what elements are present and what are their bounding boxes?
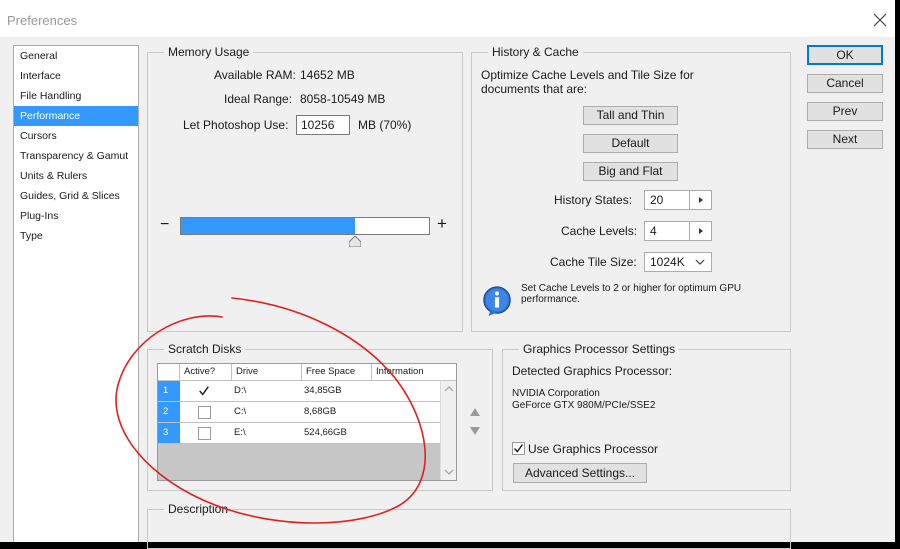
use-gpu-checkbox[interactable] — [512, 442, 525, 455]
scratch-disks-title: Scratch Disks — [164, 342, 246, 356]
slider-minus-icon[interactable]: − — [160, 217, 169, 233]
gpu-cache-hint: Set Cache Levels to 2 or higher for opti… — [521, 283, 742, 305]
col-header-information[interactable]: Information — [372, 364, 456, 381]
cache-tile-size-value: 1024K — [650, 255, 685, 269]
nav-item-cursors[interactable]: Cursors — [14, 126, 138, 146]
checkmark-icon — [199, 386, 209, 396]
row-number: 1 — [158, 381, 180, 401]
row-number: 3 — [158, 423, 180, 443]
cache-levels-label: Cache Levels: — [561, 224, 638, 238]
info-icon — [483, 286, 511, 317]
ok-button[interactable]: OK — [807, 45, 883, 65]
available-ram-label: Available RAM: — [214, 68, 296, 82]
tall-and-thin-button[interactable]: Tall and Thin — [583, 106, 678, 125]
nav-item-type[interactable]: Type — [14, 226, 138, 246]
let-photoshop-use-label: Let Photoshop Use: — [183, 118, 289, 132]
cache-tile-size-select[interactable]: 1024K — [644, 252, 712, 272]
drive-cell: C:\ — [234, 406, 247, 417]
big-and-flat-button[interactable]: Big and Flat — [583, 162, 678, 181]
available-ram-value: 14652 MB — [300, 68, 355, 82]
close-icon[interactable] — [871, 11, 889, 29]
table-scrollbar[interactable] — [440, 381, 456, 480]
nav-item-guides-grid-slices[interactable]: Guides, Grid & Slices — [14, 186, 138, 206]
use-gpu-label[interactable]: Use Graphics Processor — [528, 442, 658, 456]
free-space-cell: 8,68GB — [304, 406, 337, 417]
gpu-vendor: NVIDIA Corporation — [512, 388, 600, 399]
drive-cell: E:\ — [234, 427, 246, 438]
scroll-up-icon[interactable] — [441, 383, 457, 395]
active-checkbox[interactable] — [198, 406, 211, 419]
drive-cell: D:\ — [234, 385, 247, 396]
col-header-drive[interactable]: Drive — [232, 364, 302, 381]
let-photoshop-use-input[interactable] — [296, 115, 350, 135]
graphics-processor-title: Graphics Processor Settings — [519, 342, 680, 356]
arrow-right-icon — [699, 197, 703, 203]
history-states-label: History States: — [554, 193, 633, 207]
history-states-field[interactable]: 20 — [644, 190, 712, 210]
free-space-cell: 34,85GB — [304, 385, 342, 396]
table-row[interactable]: 2 C:\ 8,68GB — [158, 402, 441, 423]
move-up-icon[interactable] — [469, 407, 481, 417]
nav-item-general[interactable]: General — [14, 46, 138, 66]
table-row[interactable]: 3 E:\ 524,66GB — [158, 423, 441, 444]
scroll-down-icon[interactable] — [441, 466, 457, 478]
category-list: General Interface File Handling Performa… — [13, 45, 139, 542]
chevron-down-icon — [695, 259, 705, 265]
let-photoshop-use-suffix: MB (70%) — [358, 118, 412, 132]
history-states-arrow[interactable] — [689, 191, 711, 209]
memory-usage-title: Memory Usage — [164, 45, 254, 59]
nav-item-units-rulers[interactable]: Units & Rulers — [14, 166, 138, 186]
nav-item-transparency-gamut[interactable]: Transparency & Gamut — [14, 146, 138, 166]
cancel-button[interactable]: Cancel — [807, 74, 883, 93]
next-button[interactable]: Next — [807, 130, 883, 149]
free-space-cell: 524,66GB — [304, 427, 347, 438]
cache-levels-field[interactable]: 4 — [644, 221, 712, 241]
nav-item-plug-ins[interactable]: Plug-Ins — [14, 206, 138, 226]
slider-plus-icon[interactable]: + — [437, 215, 447, 232]
detected-gpu-label: Detected Graphics Processor: — [512, 364, 673, 378]
gpu-model: GeForce GTX 980M/PCIe/SSE2 — [512, 400, 656, 411]
ideal-range-label: Ideal Range: — [224, 92, 293, 106]
advanced-settings-button[interactable]: Advanced Settings... — [513, 463, 647, 483]
table-row[interactable]: 1 D:\ 34,85GB — [158, 381, 441, 402]
title-bar: Preferences — [0, 0, 895, 38]
scratch-disk-table: Active? Drive Free Space Information 1 D… — [157, 363, 457, 481]
description-group: Description — [147, 502, 791, 549]
history-cache-title: History & Cache — [488, 45, 583, 59]
cache-optimize-description: Optimize Cache Levels and Tile Size for … — [481, 68, 694, 96]
history-states-value: 20 — [650, 193, 664, 207]
col-header-num — [158, 364, 180, 381]
active-checkbox[interactable] — [198, 427, 211, 440]
nav-item-interface[interactable]: Interface — [14, 66, 138, 86]
row-number: 2 — [158, 402, 180, 422]
default-button[interactable]: Default — [583, 134, 678, 153]
ideal-range-value: 8058-10549 MB — [300, 92, 386, 106]
memory-slider-track[interactable] — [180, 217, 430, 235]
cache-tile-size-label: Cache Tile Size: — [550, 255, 637, 269]
prev-button[interactable]: Prev — [807, 102, 883, 121]
arrow-right-icon — [699, 228, 703, 234]
preferences-window: Preferences General Interface File Handl… — [0, 0, 895, 549]
cache-levels-arrow[interactable] — [689, 222, 711, 240]
slider-thumb-icon[interactable] — [348, 236, 361, 247]
move-down-icon[interactable] — [469, 426, 481, 436]
memory-slider-fill — [181, 218, 355, 234]
nav-item-performance[interactable]: Performance — [14, 106, 138, 126]
col-header-free-space[interactable]: Free Space — [302, 364, 372, 381]
checkmark-icon — [514, 444, 524, 453]
description-title: Description — [164, 502, 233, 516]
cache-levels-value: 4 — [650, 224, 657, 238]
window-title: Preferences — [7, 13, 78, 28]
nav-item-file-handling[interactable]: File Handling — [14, 86, 138, 106]
col-header-active[interactable]: Active? — [180, 364, 232, 381]
